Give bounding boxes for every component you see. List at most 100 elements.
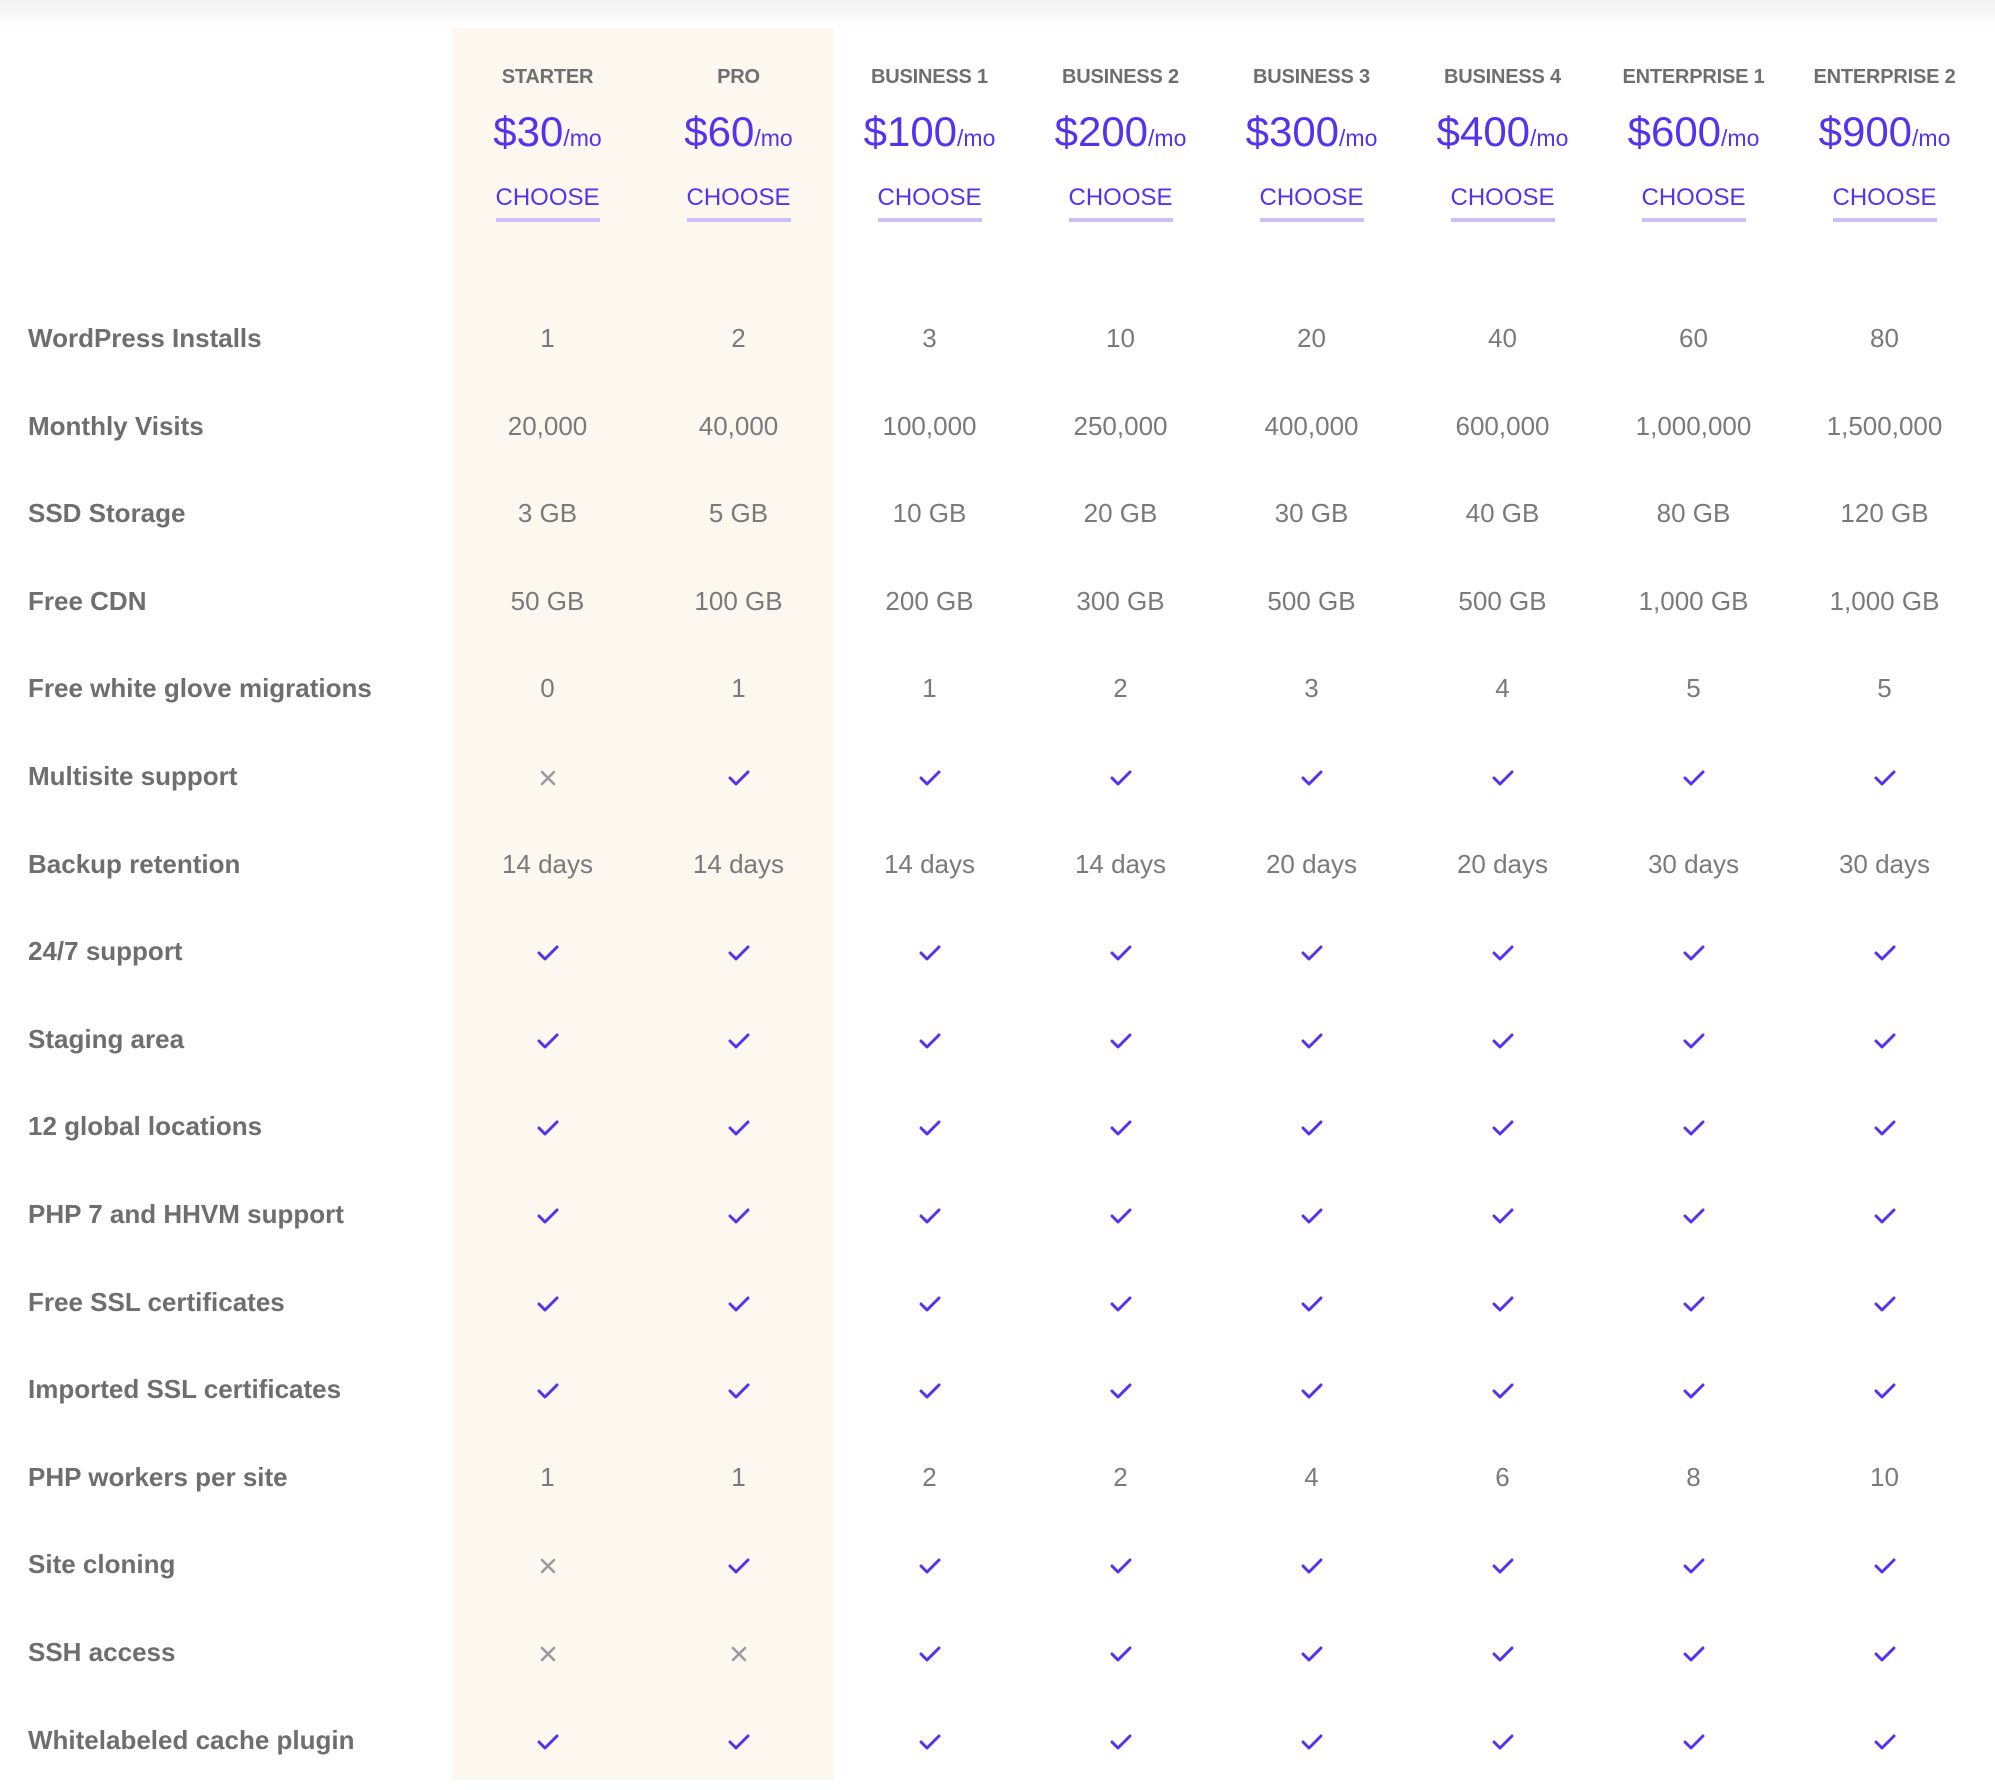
feature-value: 100,000 <box>882 411 977 441</box>
plan-price: $30/mo <box>452 108 643 156</box>
cross-icon <box>643 1622 834 1682</box>
price-period: /mo <box>563 125 602 151</box>
feature-value: 500 GB <box>1267 586 1356 616</box>
check-icon <box>452 1184 643 1244</box>
check-icon <box>643 1009 834 1069</box>
check-icon <box>1789 1359 1980 1419</box>
feature-value: 2 <box>731 323 746 353</box>
feature-value: 2 <box>1113 673 1128 703</box>
check-icon <box>1407 921 1598 981</box>
choose-plan-button[interactable]: CHOOSE <box>877 184 982 222</box>
check-icon <box>1407 1184 1598 1244</box>
check-icon <box>1407 746 1598 806</box>
feature-value: 2 <box>922 1462 937 1492</box>
feature-value: 3 <box>922 323 937 353</box>
feature-value: 30 days <box>1647 849 1740 879</box>
check-icon <box>1407 1622 1598 1682</box>
check-icon <box>1025 1272 1216 1332</box>
check-icon <box>1025 1710 1216 1770</box>
check-icon <box>1789 1534 1980 1594</box>
feature-label: 12 global locations <box>28 1111 263 1141</box>
choose-plan-button[interactable]: CHOOSE <box>686 184 791 222</box>
feature-value: 14 days <box>883 849 976 879</box>
feature-row: Site cloning <box>0 1534 1995 1594</box>
feature-value: 1 <box>540 1462 555 1492</box>
plan-column: BUSINESS 3 $300/mo CHOOSE <box>1216 0 1407 240</box>
plan-column: BUSINESS 1 $100/mo CHOOSE <box>834 0 1025 240</box>
feature-row: Whitelabeled cache plugin <box>0 1710 1995 1770</box>
feature-value: 1 <box>731 673 746 703</box>
check-icon <box>1407 1272 1598 1332</box>
feature-row: PHP workers per site 1 1 2 2 4 6 8 10 <box>0 1447 1995 1507</box>
check-icon <box>452 1009 643 1069</box>
feature-label: Imported SSL certificates <box>28 1374 342 1404</box>
feature-row: Free CDN 50 GB 100 GB 200 GB 300 GB 500 GB 500… <box>0 571 1995 631</box>
check-icon <box>1789 1096 1980 1156</box>
plan-column: PRO $60/mo CHOOSE <box>643 0 834 240</box>
choose-plan-button[interactable]: CHOOSE <box>1068 184 1173 222</box>
feature-label: PHP workers per site <box>28 1462 288 1492</box>
feature-row: WordPress Installs 1 2 3 10 20 40 60 80 <box>0 308 1995 368</box>
choose-plan-button[interactable]: CHOOSE <box>1259 184 1364 222</box>
price-amount: $60 <box>684 108 755 155</box>
feature-value: 500 GB <box>1458 586 1547 616</box>
feature-value: 1,000,000 <box>1635 411 1752 441</box>
price-period: /mo <box>1721 125 1760 151</box>
check-icon <box>643 1359 834 1419</box>
feature-value: 4 <box>1495 673 1510 703</box>
check-icon <box>1216 746 1407 806</box>
check-icon <box>1025 1009 1216 1069</box>
feature-row: 24/7 support <box>0 921 1995 981</box>
feature-label: 24/7 support <box>28 936 183 966</box>
check-icon <box>1407 1534 1598 1594</box>
feature-value: 6 <box>1495 1462 1510 1492</box>
price-amount: $400 <box>1436 108 1531 155</box>
check-icon <box>1789 1184 1980 1244</box>
feature-label: Free SSL certificates <box>28 1287 285 1317</box>
feature-value: 1 <box>540 323 555 353</box>
choose-plan-button[interactable]: CHOOSE <box>495 184 600 222</box>
feature-value: 10 GB <box>892 498 967 528</box>
feature-value: 40,000 <box>698 411 779 441</box>
feature-value: 14 days <box>692 849 785 879</box>
check-icon <box>1216 1009 1407 1069</box>
check-icon <box>1789 1009 1980 1069</box>
check-icon <box>452 1096 643 1156</box>
check-icon <box>834 921 1025 981</box>
check-icon <box>834 1272 1025 1332</box>
feature-value: 50 GB <box>510 586 585 616</box>
check-icon <box>643 1272 834 1332</box>
plan-name: ENTERPRISE 1 <box>1622 66 1765 88</box>
plan-name: ENTERPRISE 2 <box>1813 66 1956 88</box>
plan-column: ENTERPRISE 2 $900/mo CHOOSE <box>1789 0 1980 240</box>
check-icon <box>834 1710 1025 1770</box>
check-icon <box>1598 1534 1789 1594</box>
feature-value: 3 <box>1304 673 1319 703</box>
feature-label: Monthly Visits <box>28 411 204 441</box>
feature-value: 120 GB <box>1840 498 1929 528</box>
check-icon <box>1598 746 1789 806</box>
check-icon <box>1025 746 1216 806</box>
choose-plan-button[interactable]: CHOOSE <box>1832 184 1937 222</box>
feature-value: 0 <box>540 673 555 703</box>
feature-row: PHP 7 and HHVM support <box>0 1184 1995 1244</box>
price-amount: $100 <box>863 108 958 155</box>
choose-plan-button[interactable]: CHOOSE <box>1450 184 1555 222</box>
price-period: /mo <box>1912 125 1951 151</box>
check-icon <box>1598 1710 1789 1770</box>
feature-value: 10 <box>1870 1462 1899 1492</box>
plan-price: $900/mo <box>1789 108 1980 156</box>
choose-plan-button[interactable]: CHOOSE <box>1641 184 1746 222</box>
check-icon <box>1598 1359 1789 1419</box>
check-icon <box>1598 1184 1789 1244</box>
price-amount: $300 <box>1245 108 1340 155</box>
plan-name: BUSINESS 4 <box>1444 66 1561 88</box>
price-period: /mo <box>1339 125 1378 151</box>
check-icon <box>1789 921 1980 981</box>
feature-value: 20 days <box>1265 849 1358 879</box>
feature-value: 60 <box>1679 323 1708 353</box>
plan-column: BUSINESS 4 $400/mo CHOOSE <box>1407 0 1598 240</box>
feature-value: 250,000 <box>1073 411 1168 441</box>
check-icon <box>1598 1622 1789 1682</box>
feature-value: 3 GB <box>517 498 578 528</box>
